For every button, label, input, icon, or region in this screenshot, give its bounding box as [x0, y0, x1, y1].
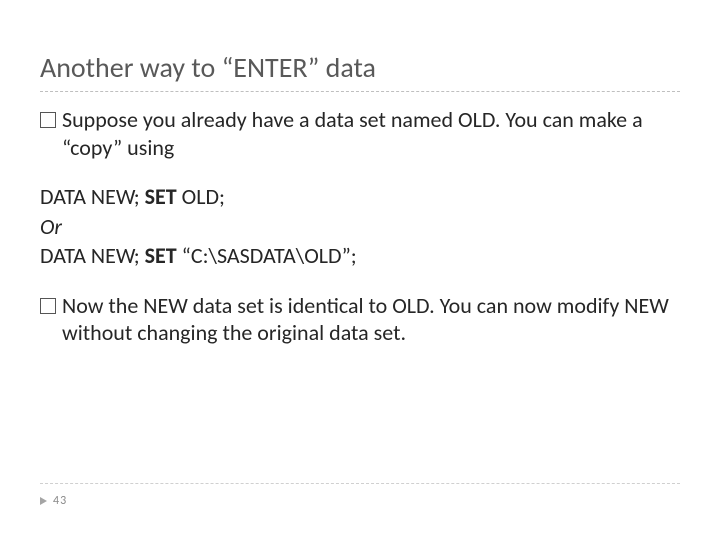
slide-body: Suppose you already have a data set name… — [40, 106, 680, 347]
code-block: DATA NEW; SET OLD; Or DATA NEW; SET “C:\… — [40, 183, 680, 270]
title-divider — [40, 91, 680, 92]
slide: Another way to “ENTER” data Suppose you … — [0, 0, 720, 540]
code-line: DATA NEW; SET OLD; — [40, 183, 680, 211]
code-text: OLD; — [177, 183, 225, 210]
footer-divider — [40, 483, 680, 484]
bullet-item: Suppose you already have a data set name… — [40, 106, 680, 161]
code-text: DATA NEW; — [40, 242, 145, 269]
page-number: 43 — [53, 494, 67, 508]
code-line: Or — [40, 213, 680, 241]
slide-title: Another way to “ENTER” data — [40, 50, 680, 85]
code-keyword: SET — [145, 242, 177, 269]
square-bullet-icon — [40, 112, 56, 128]
code-keyword: SET — [145, 183, 177, 210]
code-line: DATA NEW; SET “C:\SASDATA\OLD”; — [40, 242, 680, 270]
bullet-text: Now the NEW data set is identical to OLD… — [62, 292, 680, 347]
triangle-icon — [40, 497, 47, 505]
code-text: DATA NEW; — [40, 183, 145, 210]
bullet-text: Suppose you already have a data set name… — [62, 106, 680, 161]
slide-footer: 43 — [40, 494, 67, 508]
square-bullet-icon — [40, 298, 56, 314]
code-text: “C:\SASDATA\OLD”; — [177, 242, 357, 269]
bullet-item: Now the NEW data set is identical to OLD… — [40, 292, 680, 347]
